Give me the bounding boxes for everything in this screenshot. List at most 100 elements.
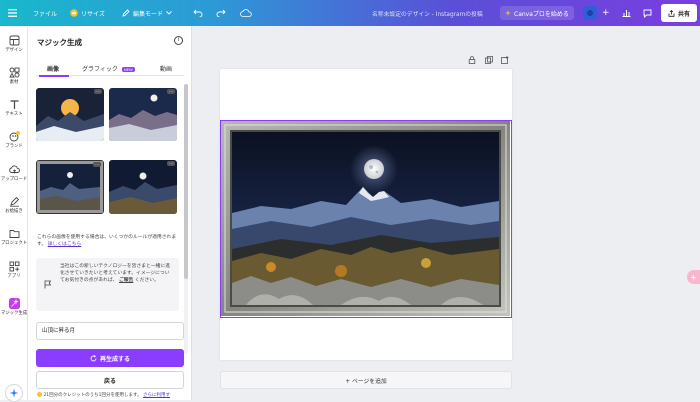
magic-icon: [8, 298, 20, 309]
generated-image-thumb[interactable]: ⋯: [109, 88, 177, 141]
user-icon: [587, 10, 593, 16]
info-icon[interactable]: i: [174, 36, 183, 45]
thumb-image: [36, 88, 104, 141]
rail-label-design: デザイン: [5, 48, 23, 53]
rail-item-apps[interactable]: アプリ: [0, 261, 28, 279]
flag-icon: [44, 280, 52, 289]
back-label: 戻る: [103, 377, 116, 385]
undo-button[interactable]: [193, 0, 203, 26]
magic-sparkle-icon: [9, 388, 19, 398]
moon-mountain-image: [221, 121, 510, 316]
menu-button[interactable]: [8, 0, 17, 26]
rail-label-draw: お絵描き: [5, 209, 23, 214]
assistant-button[interactable]: [5, 384, 23, 402]
prompt-input[interactable]: 山頂に昇る月: [36, 322, 184, 340]
thumb-more-icon[interactable]: ⋯: [167, 161, 175, 166]
thumb-more-icon[interactable]: ⋯: [167, 89, 175, 94]
draw-icon: [9, 196, 19, 207]
refresh-icon: [90, 354, 97, 361]
usage-rules-text: これらの画像を使用する場合は、いくつかのルールが適用されます。 詳しくはこちら: [37, 234, 179, 248]
tab-graphics[interactable]: グラフィック NEW: [82, 64, 135, 73]
panel-title: マジック生成: [37, 38, 82, 47]
rail-label-elements: 素材: [9, 80, 19, 85]
share-label: 共有: [677, 10, 690, 18]
thumb-more-icon[interactable]: ⋯: [94, 89, 102, 94]
generated-image-thumb[interactable]: ⋯: [36, 88, 104, 141]
learn-more-link[interactable]: 詳しくはこちら: [48, 242, 82, 247]
upload-icon: [8, 165, 20, 174]
text-icon: [10, 100, 18, 109]
report-link[interactable]: ご報告: [119, 278, 133, 283]
chevron-down-icon: [166, 11, 172, 15]
resize-label: リサイズ: [81, 10, 105, 18]
insights-button[interactable]: [622, 0, 631, 26]
rail-label-apps: アプリ: [7, 274, 21, 279]
rail-label-magic: マジック生成: [0, 311, 28, 316]
cloud-check-icon: [240, 9, 252, 17]
cloud-save-button[interactable]: [240, 0, 252, 26]
document-title[interactable]: 名称未設定のデザイン - Instagramの投稿: [372, 0, 483, 26]
regenerate-button[interactable]: 再生成する: [36, 349, 184, 367]
thumb-more-icon[interactable]: ⋯: [93, 162, 101, 167]
floating-helper-tab[interactable]: [687, 270, 700, 284]
file-menu[interactable]: ファイル: [33, 0, 57, 26]
credits-icon: [37, 392, 42, 397]
brand-icon: [9, 131, 20, 142]
tab-video[interactable]: 動画: [160, 64, 172, 73]
duplicate-icon[interactable]: [485, 56, 493, 64]
rail-item-projects[interactable]: プロジェクト: [0, 228, 28, 246]
share-icon: [668, 9, 675, 17]
rail-label-projects: プロジェクト: [0, 241, 28, 246]
canva-pro-label: Canvaプロを始める: [514, 10, 569, 18]
rail-item-design[interactable]: デザイン: [0, 35, 28, 53]
canva-pro-button[interactable]: Canvaプロを始める: [500, 6, 574, 20]
rail-item-magic[interactable]: マジック生成: [0, 298, 28, 316]
generated-image-thumb-selected[interactable]: ⋯: [36, 160, 104, 214]
back-button[interactable]: 戻る: [36, 371, 184, 389]
generated-image-thumb[interactable]: ⋯: [109, 160, 177, 214]
feedback-box: 当社はこの新しいテクノロジーを皆さまと一緒に進化させていきたいと考えています。イ…: [36, 258, 179, 311]
tab-images[interactable]: 画像: [47, 64, 59, 73]
rail-item-elements[interactable]: 素材: [0, 67, 28, 85]
helper-sparkle-icon: [690, 273, 697, 281]
share-button[interactable]: 共有: [661, 4, 697, 22]
edit-mode-dropdown[interactable]: 編集モード: [122, 0, 172, 26]
rail-item-brand[interactable]: ブランド: [0, 131, 28, 149]
elements-icon: [8, 67, 19, 78]
hamburger-icon: [8, 9, 17, 17]
sparkle-icon: [505, 10, 511, 16]
comment-button[interactable]: [643, 0, 652, 26]
resize-button[interactable]: リサイズ: [70, 0, 105, 26]
credits-more-link[interactable]: さらに利用す: [143, 393, 170, 398]
rail-item-text[interactable]: テキスト: [0, 99, 28, 117]
add-collaborator-button[interactable]: +: [602, 0, 610, 26]
plus-icon: +: [602, 8, 610, 18]
editor-canvas-area: + ページを追加: [193, 26, 700, 400]
thumb-image: [109, 160, 177, 214]
design-page[interactable]: [220, 69, 512, 360]
redo-icon: [216, 9, 226, 17]
new-badge: NEW: [121, 66, 135, 73]
selected-image-frame[interactable]: [220, 120, 512, 318]
rail-item-draw[interactable]: お絵描き: [0, 196, 28, 214]
avatar[interactable]: [583, 6, 597, 20]
tab-graphics-label: グラフィック: [82, 66, 118, 73]
add-page-button[interactable]: + ページを追加: [220, 371, 512, 389]
add-page-label: + ページを追加: [345, 378, 387, 385]
lock-icon[interactable]: [468, 56, 476, 64]
left-rail: デザイン 素材 テキスト ブランド アップロード お絵描き プロジェクト アプリ…: [0, 26, 28, 402]
add-page-icon[interactable]: [501, 56, 509, 64]
prompt-value: 山頂に昇る月: [42, 328, 76, 334]
top-bar: ファイル リサイズ 編集モード 名称未設定のデザイン - Instagramの投…: [0, 0, 700, 26]
bar-chart-icon: [622, 9, 631, 17]
edit-mode-label: 編集モード: [133, 10, 164, 18]
rail-label-brand: ブランド: [5, 144, 23, 149]
rail-item-upload[interactable]: アップロード: [0, 164, 28, 182]
crown-icon: [70, 9, 78, 17]
undo-icon: [193, 9, 203, 17]
feedback-tail: ください。: [134, 278, 159, 283]
tab-active-indicator: [39, 75, 69, 77]
scrollbar-thumb[interactable]: [184, 84, 188, 279]
redo-button[interactable]: [216, 0, 226, 26]
credits-text: 21回分のクレジットのうち1回分を使用します。 さらに利用す: [37, 392, 192, 399]
